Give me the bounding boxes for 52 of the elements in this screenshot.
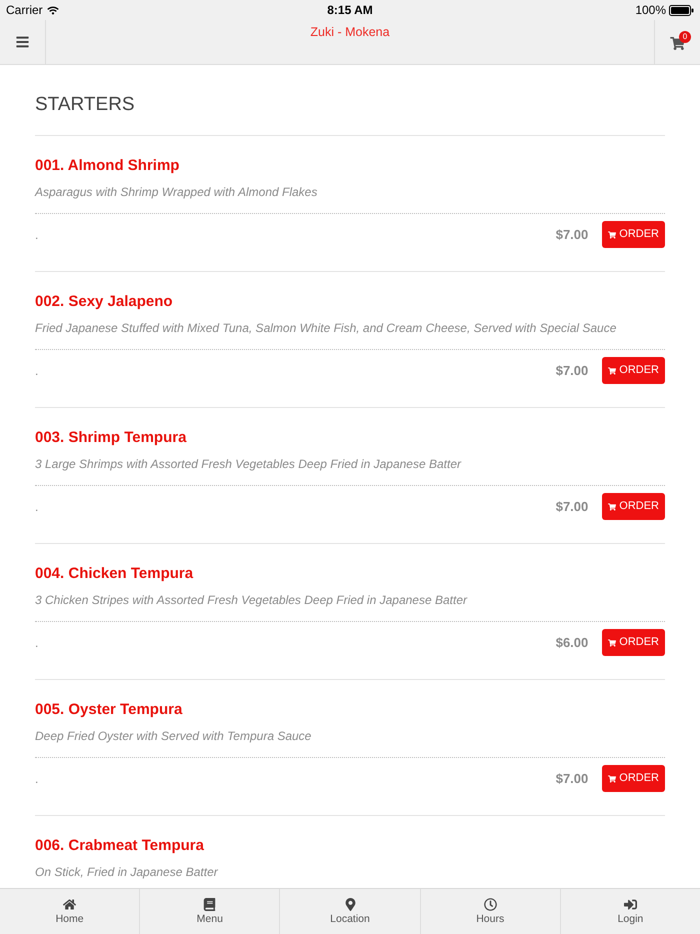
battery-icon [669, 4, 694, 16]
map-pin-icon [344, 898, 356, 911]
cart-icon [608, 366, 616, 374]
cart-icon [608, 638, 616, 646]
item-description: Fried Japanese Stuffed with Mixed Tuna, Salmon White Fish, and Cream Cheese, Served with Special Sauce [35, 320, 618, 337]
home-icon [63, 898, 76, 911]
carrier-label: Carrier [6, 2, 43, 19]
battery-percent: 100% [635, 2, 666, 19]
section-heading: STARTERS [35, 93, 136, 117]
order-button[interactable]: ORDER [602, 221, 665, 248]
order-button[interactable]: ORDER [602, 629, 665, 656]
item-name: 002. Sexy Jalapeno [35, 292, 174, 312]
wifi-icon [46, 6, 59, 14]
book-icon [203, 898, 216, 911]
item-note: . [35, 770, 38, 788]
item-description: 3 Chicken Stripes with Assorted Fresh Vegetables Deep Fried in Japanese Batter [35, 592, 468, 609]
tab-bar-item[interactable]: Home [0, 889, 140, 934]
item-name: 001. Almond Shrimp [35, 156, 180, 176]
item-description: Deep Fried Oyster with Served with Tempura Sauce [35, 728, 312, 745]
item-price: $7.00 [556, 770, 588, 788]
restaurant-title: Zuki - Mokena [310, 25, 390, 41]
order-button[interactable]: ORDER [602, 493, 665, 520]
item-price: $7.00 [556, 362, 588, 380]
item-name: 003. Shrimp Tempura [35, 428, 188, 448]
item-description: On Stick, Fried in Japanese Batter [35, 864, 220, 881]
cart-icon [608, 230, 616, 238]
order-button[interactable]: ORDER [602, 357, 665, 384]
cart-count-badge: 0 [679, 31, 691, 43]
item-price: $7.00 [556, 498, 588, 516]
cart-icon [608, 502, 616, 510]
tab-bar-item[interactable]: Login [560, 889, 700, 934]
tab-bar-item[interactable]: Hours [420, 889, 560, 934]
menu-icon [15, 35, 30, 49]
tab-bar-item[interactable]: Menu [139, 889, 280, 934]
item-name: 005. Oyster Tempura [35, 700, 184, 720]
item-name: 006. Crabmeat Tempura [35, 836, 205, 856]
cart-button[interactable]: 0 [654, 20, 700, 64]
cart-icon [608, 774, 616, 782]
order-button[interactable]: ORDER [602, 765, 665, 792]
clock-time: 8:15 AM [327, 2, 373, 19]
sign-in-icon [624, 898, 637, 911]
item-note: . [35, 226, 38, 244]
tab-bar-item[interactable]: Location [279, 889, 420, 934]
clock-icon [484, 898, 497, 911]
item-description: 3 Large Shrimps with Assorted Fresh Vegetables Deep Fried in Japanese Batter [35, 456, 462, 473]
item-price: $7.00 [556, 226, 588, 244]
item-description: Asparagus with Shrimp Wrapped with Almond Flakes [35, 184, 318, 201]
item-note: . [35, 498, 38, 516]
item-name: 004. Chicken Tempura [35, 564, 194, 584]
item-price: $6.00 [556, 634, 588, 652]
item-note: . [35, 634, 38, 652]
item-note: . [35, 362, 38, 380]
